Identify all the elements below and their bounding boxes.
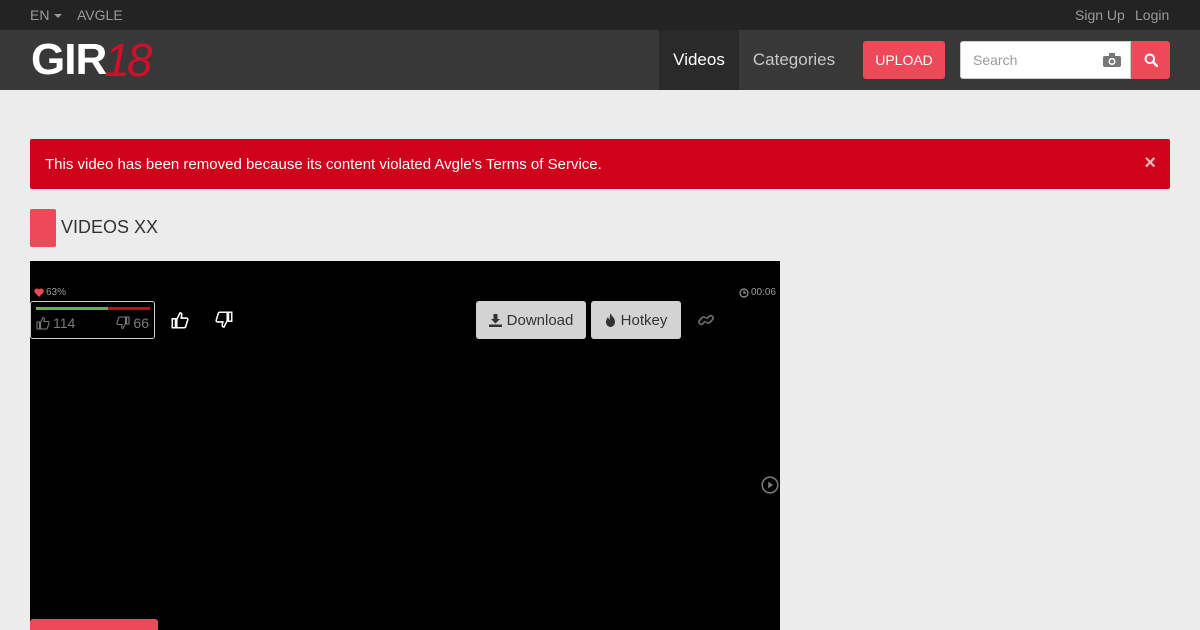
search-icon [1144,53,1158,67]
search-input[interactable] [961,42,1096,78]
like-count: 114 [36,315,75,331]
logo-text-number: 18 [104,34,152,86]
thumbs-down-icon[interactable] [215,311,233,329]
language-selector[interactable]: EN [30,7,63,23]
site-logo[interactable]: GIR 18 [31,34,152,86]
top-utility-bar: EN AVGLE Sign Up Login [0,0,1200,30]
login-link[interactable]: Login [1135,7,1169,23]
video-duration: 00:06 [739,287,776,298]
dislike-count-value: 66 [133,315,149,331]
section-title-marker [30,209,56,247]
player-bottom-tab[interactable] [30,619,158,630]
language-label: EN [30,7,50,23]
link-icon[interactable] [697,311,715,329]
dislike-count: 66 [116,315,149,331]
hotkey-button[interactable]: Hotkey [591,301,681,339]
search-box [960,41,1131,79]
download-button[interactable]: Download [476,301,586,339]
rating-percent-value: 63% [46,287,67,298]
thumbs-down-icon [116,316,130,330]
page-title: VIDEOS XX [61,217,159,237]
logo-text-main: GIR [31,35,107,84]
thumbs-up-icon[interactable] [171,311,189,329]
signup-link[interactable]: Sign Up [1075,7,1125,23]
caret-down-icon [54,14,63,19]
play-circle-icon[interactable] [761,476,779,494]
heart-icon [34,288,44,297]
nav-categories[interactable]: Categories [739,30,849,90]
rating-bar-positive [36,307,108,310]
like-count-value: 114 [53,315,76,331]
hotkey-label: Hotkey [620,311,668,329]
vote-summary: 114 66 [30,301,155,339]
removal-alert: This video has been removed because its … [30,139,1170,189]
video-player[interactable]: 63% 00:06 114 66 Download Hotkey [30,261,780,630]
close-icon[interactable]: × [1144,153,1156,173]
search-button[interactable] [1131,41,1170,79]
avgle-link[interactable]: AVGLE [77,7,123,23]
download-icon [488,313,502,327]
fire-icon [605,313,615,327]
camera-icon[interactable] [1103,53,1121,67]
rating-bar [36,307,150,310]
rating-percent: 63% [34,287,66,298]
main-navbar: GIR 18 Videos Categories UPLOAD [0,30,1200,90]
thumbs-up-icon [36,316,50,330]
upload-button[interactable]: UPLOAD [863,41,945,79]
download-label: Download [506,311,574,329]
alert-message: This video has been removed because its … [45,155,602,173]
nav-videos[interactable]: Videos [659,30,739,90]
clock-icon [739,287,749,298]
duration-value: 00:06 [750,287,776,298]
